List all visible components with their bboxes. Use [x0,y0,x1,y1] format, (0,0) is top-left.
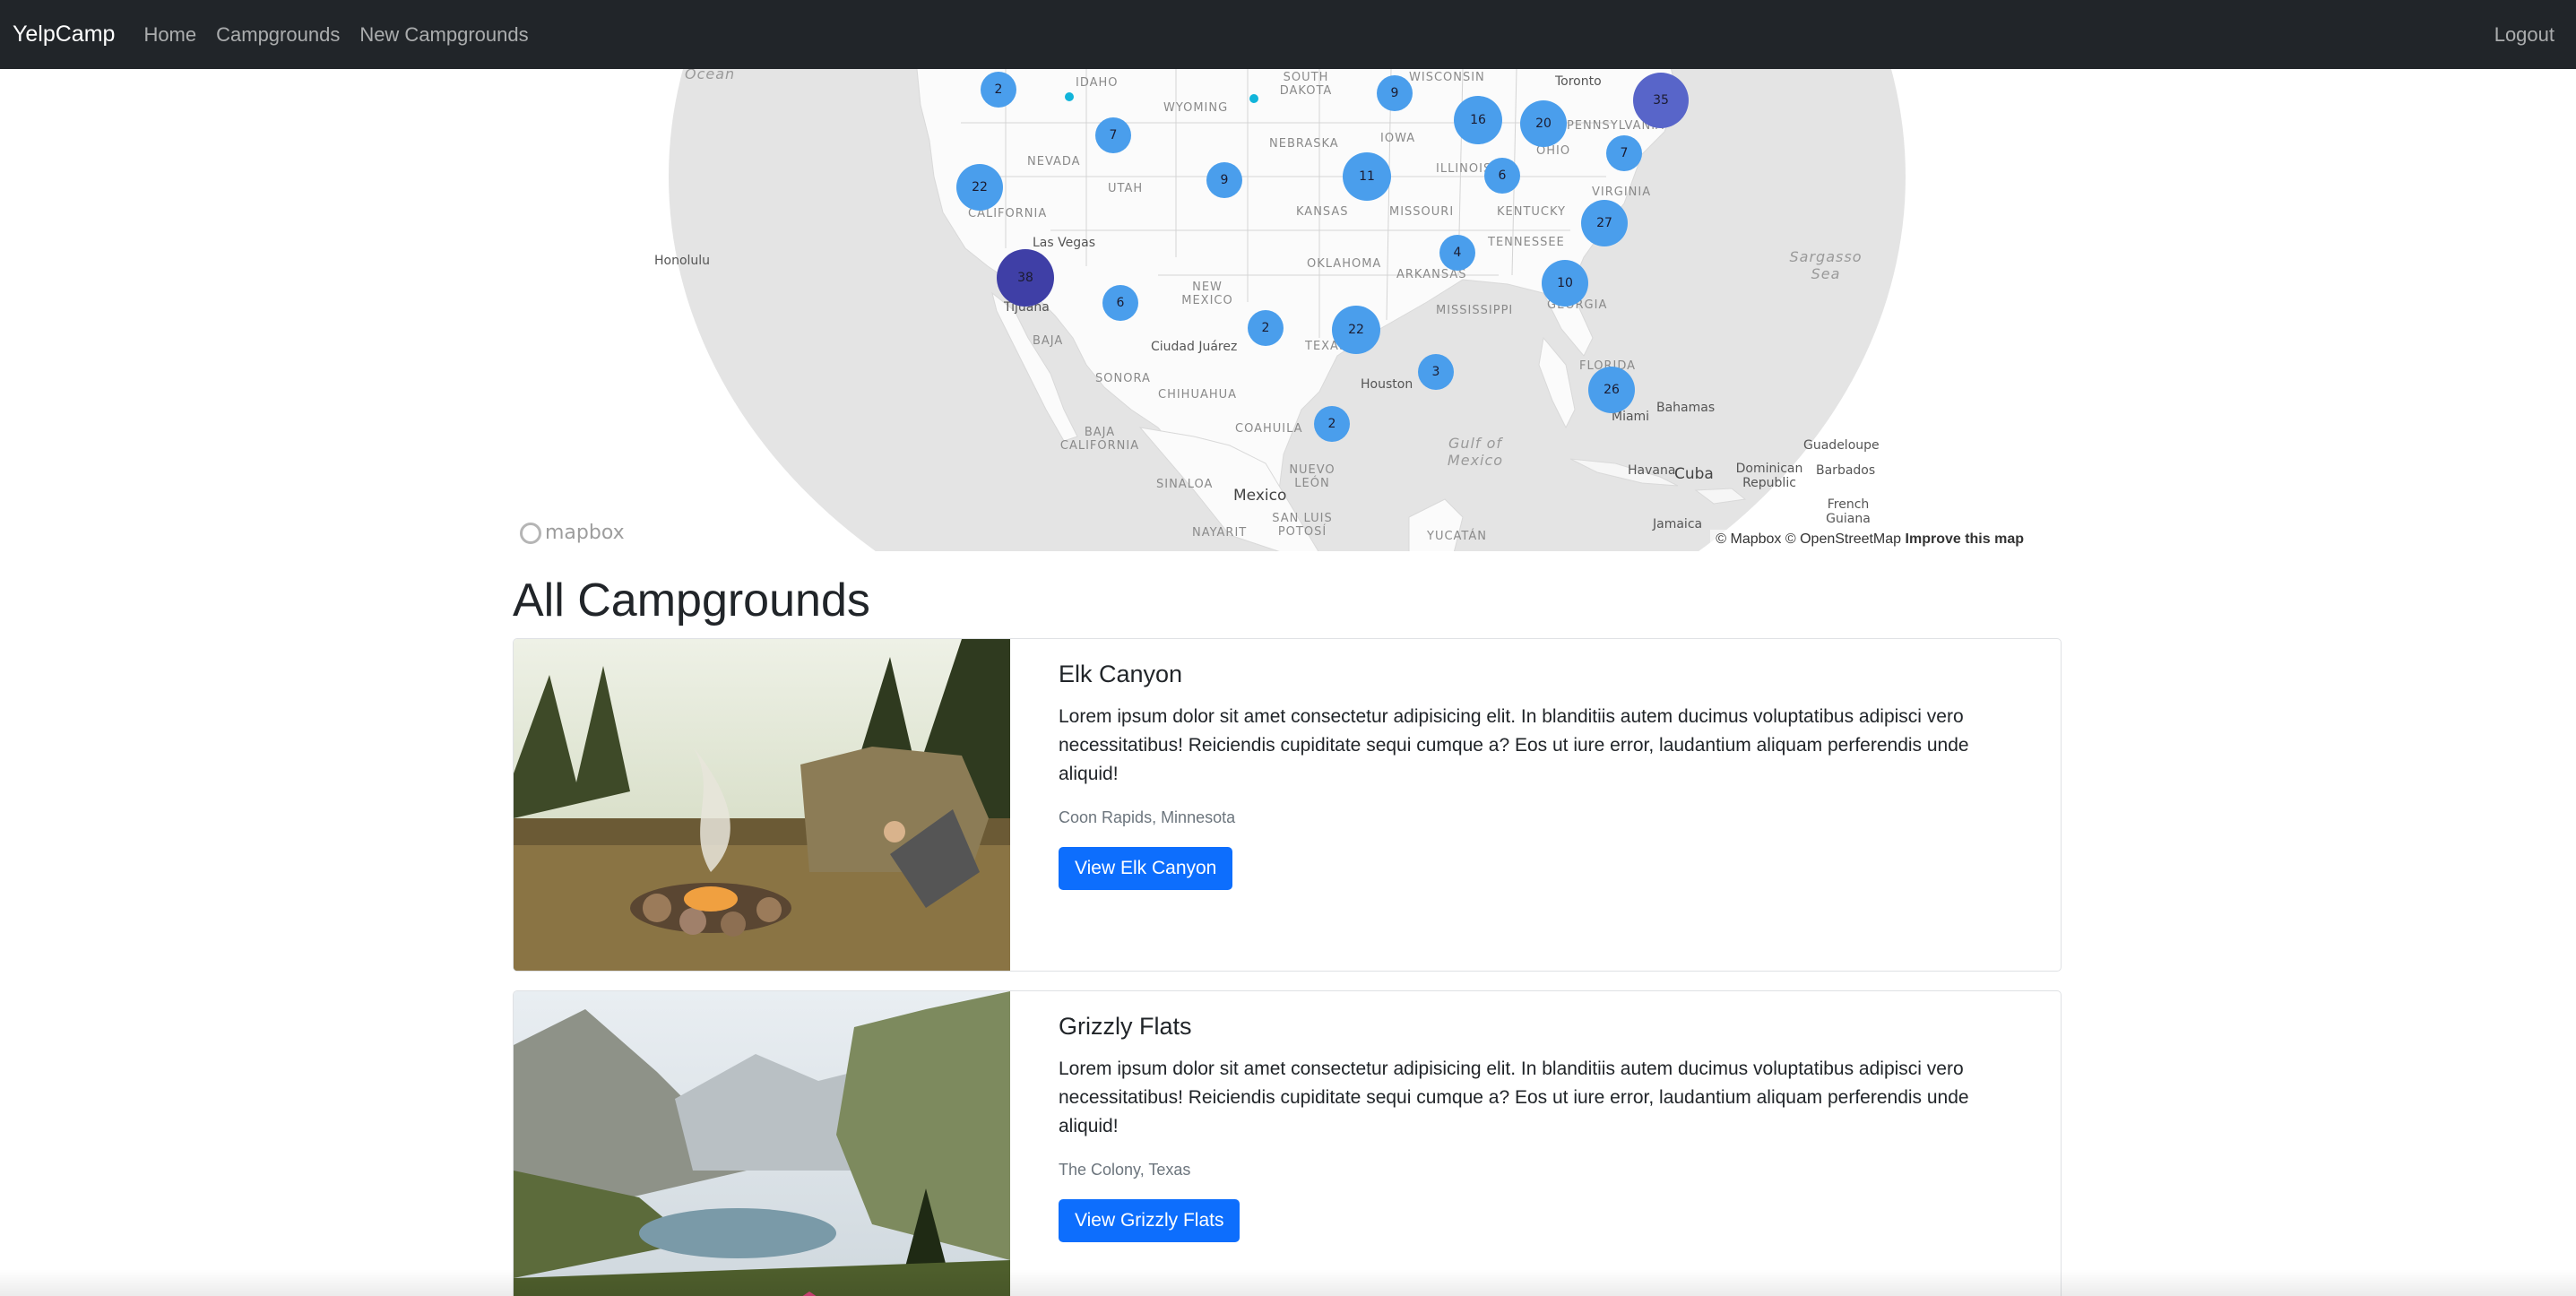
cluster-marker[interactable]: 35 [1633,73,1689,128]
cluster-marker[interactable]: 6 [1102,285,1138,321]
map-label-toronto: Toronto [1555,74,1602,89]
nav-home-link[interactable]: Home [143,23,196,47]
cluster-marker[interactable]: 38 [997,249,1054,307]
map-label-nayarit: NAYARIT [1192,526,1248,540]
cluster-marker[interactable]: 16 [1454,96,1502,144]
brand-link[interactable]: YelpCamp [13,22,115,48]
page-title: All Campgrounds [513,575,870,626]
map-label-virginia: VIRGINIA [1592,186,1652,199]
mapbox-logo[interactable]: mapbox [520,522,625,544]
cluster-marker[interactable]: 26 [1588,367,1635,413]
map-label-ciudad-juarez: Ciudad Juárez [1151,340,1238,354]
campground-location: The Colony, Texas [1059,1161,1191,1179]
logout-link[interactable]: Logout [2494,23,2554,47]
map-label-sinaloa: SINALOA [1156,478,1214,491]
cluster-marker[interactable]: 3 [1418,354,1454,390]
map-attribution: © Mapbox © OpenStreetMap Improve this ma… [1710,530,2029,549]
attribution-text[interactable]: © Mapbox © OpenStreetMap [1716,531,1901,547]
view-campground-button[interactable]: View Grizzly Flats [1059,1199,1240,1242]
cluster-marker[interactable]: 7 [1095,117,1131,153]
map-label-wyoming: WYOMING [1163,101,1229,115]
mapbox-logo-text: mapbox [545,522,625,544]
cluster-marker[interactable]: 10 [1542,260,1588,307]
cluster-marker[interactable]: 9 [1206,162,1242,198]
campground-title: Elk Canyon [1059,661,1183,687]
map-label-baja-california: BAJA CALIFORNIA [1059,426,1140,453]
map-label-yucatan: YUCATÁN [1427,530,1487,543]
map-label-nebraska: NEBRASKA [1269,137,1339,151]
nav-new-campground-link[interactable]: New Campgrounds [359,23,528,47]
map-label-chihuahua: CHIHUAHUA [1158,388,1238,402]
map-label-gulf-of-mexico: Gulf of Mexico [1447,435,1504,469]
cluster-marker[interactable]: 22 [1332,306,1380,354]
card-body: Grizzly Flats Lorem ipsum dolor sit amet… [1059,1013,2027,1242]
cluster-marker[interactable]: 22 [956,164,1003,211]
map-label-french-guiana: French Guiana [1826,497,1871,526]
cluster-map[interactable]: Ocean IDAHO WYOMING SOUTH DAKOTA WISCONS… [513,69,2062,551]
map-label-nevada: NEVADA [1027,155,1081,168]
map-label-jamaica: Jamaica [1653,517,1703,531]
map-label-south-dakota: SOUTH DAKOTA [1279,71,1333,98]
map-label-kentucky: KENTUCKY [1497,205,1566,219]
nav-campgrounds-link[interactable]: Campgrounds [216,23,340,47]
campfire-photo [514,639,1010,971]
card-body: Elk Canyon Lorem ipsum dolor sit amet co… [1059,661,2027,890]
map-label-houston: Houston [1361,377,1413,392]
map-label-baja: BAJA [1033,334,1064,348]
map-label-mexico: Mexico [1233,487,1287,505]
map-label-tennessee: TENNESSEE [1488,236,1565,249]
map-label-dominican-republic: Dominican Republic [1735,462,1803,490]
campground-description: Lorem ipsum dolor sit amet consectetur a… [1059,1058,1969,1136]
map-label-barbados: Barbados [1816,463,1876,478]
map-label-utah: UTAH [1108,182,1144,195]
map-label-idaho: IDAHO [1076,76,1119,90]
map-label-missouri: MISSOURI [1389,205,1455,219]
map-label-bahamas: Bahamas [1656,401,1716,415]
view-campground-button[interactable]: View Elk Canyon [1059,847,1233,890]
map-label-cuba: Cuba [1674,465,1714,483]
campground-image [514,639,1010,971]
cluster-marker[interactable]: 20 [1520,100,1567,147]
map-label-sargasso-sea: Sargasso Sea [1789,248,1863,282]
cluster-marker[interactable]: 7 [1606,135,1642,171]
cluster-marker[interactable]: 11 [1343,152,1391,201]
map-point[interactable] [1249,94,1258,103]
map-label-kansas: KANSAS [1296,205,1349,219]
mountain-lake-photo [514,991,1010,1296]
campground-location: Coon Rapids, Minnesota [1059,808,1236,826]
map-label-guadeloupe: Guadeloupe [1803,438,1880,453]
map-label-new-mexico: NEW MEXICO [1181,281,1233,307]
campground-description: Lorem ipsum dolor sit amet consectetur a… [1059,706,1969,784]
cluster-marker[interactable]: 6 [1484,158,1520,194]
cluster-marker[interactable]: 2 [981,72,1016,108]
map-label-illinois: ILLINOIS [1436,162,1492,176]
map-label-honolulu: Honolulu [654,254,711,268]
cluster-marker[interactable]: 27 [1581,200,1628,246]
map-point[interactable] [1065,92,1074,101]
navbar: YelpCamp Home Campgrounds New Campground… [0,0,2576,69]
campground-image [514,991,1010,1296]
cluster-marker[interactable]: 4 [1439,235,1475,271]
map-label-iowa: IOWA [1380,132,1416,145]
map-label-las-vegas: Las Vegas [1033,236,1095,250]
campground-title: Grizzly Flats [1059,1013,1192,1040]
map-label-wisconsin: WISCONSIN [1409,71,1485,84]
map-label-oklahoma: OKLAHOMA [1307,257,1382,271]
cluster-marker[interactable]: 2 [1248,310,1284,346]
campground-card: Elk Canyon Lorem ipsum dolor sit amet co… [513,638,2062,972]
map-label-sonora: SONORA [1095,372,1151,385]
map-label-havana: Havana [1628,463,1676,478]
map-label-mississippi: MISSISSIPPI [1436,304,1514,317]
bottom-shadow [0,1269,2576,1296]
map-label-nuevo-leon: NUEVO LEÓN [1289,463,1336,490]
improve-map-link[interactable]: Improve this map [1906,531,2024,547]
mapbox-logo-icon [520,522,541,544]
map-label-coahuila: COAHUILA [1235,422,1303,436]
map-label-ocean: Ocean [685,69,736,82]
map-label-san-luis-potosi: SAN LUIS POTOSÍ [1272,512,1333,539]
cluster-marker[interactable]: 2 [1314,406,1350,442]
campground-card: Grizzly Flats Lorem ipsum dolor sit amet… [513,990,2062,1296]
cluster-marker[interactable]: 9 [1377,75,1413,111]
